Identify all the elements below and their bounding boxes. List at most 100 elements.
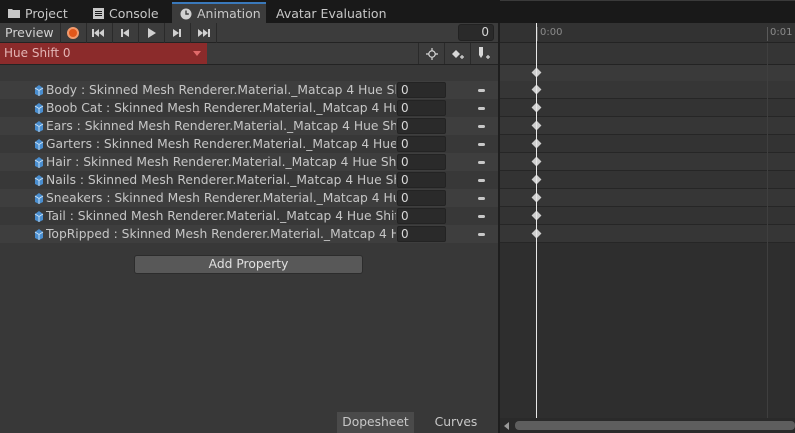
frame-number-field[interactable]: 0 [458, 24, 494, 41]
tab-bar-edge [500, 0, 795, 1]
property-row[interactable]: Boob Cat : Skinned Mesh Renderer.Materia… [0, 99, 498, 117]
console-icon [92, 7, 104, 19]
next-keyframe-button[interactable] [165, 22, 191, 43]
ruler-tick-line [767, 27, 768, 41]
ruler-tick-label: 0:01 [770, 27, 793, 38]
keyframe-row[interactable] [500, 81, 795, 99]
step-back-icon [121, 28, 130, 37]
add-event-icon [478, 47, 490, 59]
property-value-field[interactable]: 0 [397, 172, 446, 188]
event-lane[interactable] [500, 43, 795, 65]
clip-selector[interactable]: Hue Shift 0 [0, 43, 207, 64]
keyframe-options-icon[interactable] [478, 161, 485, 164]
keyframe-options-icon[interactable] [478, 125, 485, 128]
property-value-field[interactable]: 0 [397, 154, 446, 170]
summary-lane[interactable] [500, 65, 795, 81]
keyframe-row[interactable] [500, 117, 795, 135]
playhead[interactable] [536, 23, 537, 418]
play-button[interactable] [139, 22, 165, 43]
dopesheet-timeline[interactable]: 0:00 0:01 [500, 23, 795, 433]
keyframe-rows [500, 81, 795, 243]
keyframe-row[interactable] [500, 99, 795, 117]
step-forward-icon [173, 28, 182, 37]
second-gridline [767, 43, 768, 418]
keyframe-row[interactable] [500, 225, 795, 243]
property-value-field[interactable]: 0 [397, 190, 446, 206]
property-label: TopRipped : Skinned Mesh Renderer.Materi… [46, 227, 396, 241]
keyframe-row[interactable] [500, 153, 795, 171]
property-row[interactable]: Tail : Skinned Mesh Renderer.Material._M… [0, 207, 498, 225]
property-list: Body : Skinned Mesh Renderer.Material._M… [0, 81, 498, 243]
property-label: Sneakers : Skinned Mesh Renderer.Materia… [46, 191, 396, 205]
animation-property-panel: Preview 0 Hue Shift 0 Body: Skinned Mes… [0, 22, 498, 433]
tab-project[interactable]: Project [0, 3, 76, 23]
play-icon [147, 27, 156, 38]
dropdown-arrow-icon [193, 51, 201, 56]
playback-toolbar: Preview 0 [0, 22, 498, 43]
clip-toolbar: Hue Shift 0 [0, 43, 498, 65]
scrollbar-thumb[interactable] [515, 421, 795, 430]
keyframe-row[interactable] [500, 207, 795, 225]
property-value-field[interactable]: 0 [397, 118, 446, 134]
clock-icon [180, 8, 192, 20]
keyframe-options-icon[interactable] [478, 179, 485, 182]
property-value-field[interactable]: 0 [397, 226, 446, 242]
tab-curves[interactable]: Curves [418, 412, 494, 433]
filter-by-selection-button[interactable] [418, 43, 444, 64]
skinned-mesh-renderer-icon [34, 121, 44, 132]
keyframe-row[interactable] [500, 171, 795, 189]
property-row[interactable]: Garters : Skinned Mesh Renderer.Material… [0, 135, 498, 153]
property-value-field[interactable]: 0 [397, 208, 446, 224]
tab-dopesheet[interactable]: Dopesheet [337, 412, 414, 433]
property-row[interactable]: Body : Skinned Mesh Renderer.Material._M… [0, 81, 498, 99]
skinned-mesh-renderer-icon [34, 103, 44, 114]
tab-console[interactable]: Console [84, 3, 167, 23]
property-row[interactable]: Sneakers : Skinned Mesh Renderer.Materia… [0, 189, 498, 207]
tab-avatar-evaluation[interactable]: Avatar Evaluation [268, 3, 395, 23]
property-row[interactable]: Nails : Skinned Mesh Renderer.Material._… [0, 171, 498, 189]
record-button[interactable] [61, 22, 87, 43]
preview-toggle[interactable]: Preview [0, 22, 61, 43]
keyframe-options-icon[interactable] [478, 197, 485, 200]
keyframe-options-icon[interactable] [478, 89, 485, 92]
view-mode-tabs: Dopesheet Curves [0, 412, 498, 433]
keyframe-options-icon[interactable] [478, 215, 485, 218]
property-label: Nails : Skinned Mesh Renderer.Material._… [46, 173, 396, 187]
scroll-left-icon[interactable] [504, 422, 509, 430]
property-row[interactable]: Hair : Skinned Mesh Renderer.Material._M… [0, 153, 498, 171]
keyframe-options-icon[interactable] [478, 107, 485, 110]
skinned-mesh-renderer-icon [34, 193, 44, 204]
skip-end-icon [198, 28, 211, 37]
keyframe-options-icon[interactable] [478, 233, 485, 236]
skinned-mesh-renderer-icon [34, 139, 44, 150]
add-keyframe-button[interactable] [444, 43, 470, 64]
ruler-tick-label: 0:00 [540, 27, 563, 38]
add-property-button[interactable]: Add Property [134, 255, 363, 274]
keyframe-row[interactable] [500, 189, 795, 207]
folder-icon [8, 7, 20, 19]
previous-keyframe-button[interactable] [113, 22, 139, 43]
clip-name: Hue Shift 0 [4, 46, 71, 60]
property-label: Tail : Skinned Mesh Renderer.Material._M… [46, 209, 396, 223]
property-value-field[interactable]: 0 [397, 136, 446, 152]
skinned-mesh-renderer-icon [34, 211, 44, 222]
time-ruler[interactable]: 0:00 0:01 [500, 23, 795, 43]
property-label: Garters : Skinned Mesh Renderer.Material… [46, 137, 396, 151]
skinned-mesh-renderer-icon [34, 175, 44, 186]
add-event-button[interactable] [470, 43, 496, 64]
property-row[interactable]: TopRipped : Skinned Mesh Renderer.Materi… [0, 225, 498, 243]
crosshair-icon [425, 47, 438, 60]
property-row[interactable]: Ears : Skinned Mesh Renderer.Material._M… [0, 117, 498, 135]
tab-animation[interactable]: Animation [172, 2, 266, 23]
first-keyframe-button[interactable] [87, 22, 113, 43]
property-label: Boob Cat : Skinned Mesh Renderer.Materia… [46, 101, 396, 115]
property-value-field[interactable]: 0 [397, 82, 446, 98]
timeline-scrollbar[interactable] [500, 418, 795, 433]
property-value-field[interactable]: 0 [397, 100, 446, 116]
window-tab-bar: Project Console Animation Avatar Evaluat… [0, 0, 795, 23]
property-label: Hair : Skinned Mesh Renderer.Material._M… [46, 155, 396, 169]
record-icon [67, 26, 80, 39]
last-keyframe-button[interactable] [191, 22, 217, 43]
keyframe-row[interactable] [500, 135, 795, 153]
keyframe-options-icon[interactable] [478, 143, 485, 146]
